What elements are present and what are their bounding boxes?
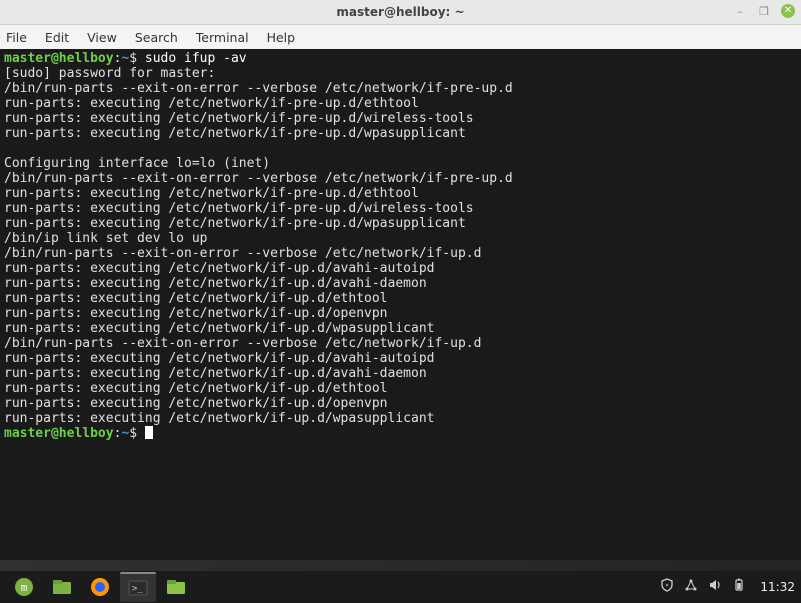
network-icon[interactable] [684, 578, 698, 596]
panel-clock[interactable]: 11:32 [760, 580, 795, 594]
menu-search[interactable]: Search [135, 30, 178, 45]
battery-icon[interactable] [732, 578, 746, 596]
menu-file[interactable]: File [6, 30, 27, 45]
terminal-body[interactable]: master@hellboy:~$ sudo ifup -av [sudo] p… [0, 49, 801, 560]
show-desktop-button[interactable] [44, 574, 80, 600]
files-icon [52, 579, 72, 595]
file-manager-launcher[interactable] [158, 574, 194, 600]
terminal-window: master@hellboy: ~ – ❐ ✕ File Edit View S… [0, 0, 801, 560]
file-manager-icon [166, 579, 186, 595]
window-controls: – ❐ ✕ [733, 4, 795, 18]
svg-text:>_: >_ [132, 584, 143, 594]
window-title: master@hellboy: ~ [336, 5, 464, 19]
menu-view[interactable]: View [87, 30, 117, 45]
taskbar: m >_ 11:32 [0, 571, 801, 603]
menu-edit[interactable]: Edit [45, 30, 69, 45]
svg-text:m: m [21, 581, 28, 594]
firefox-launcher[interactable] [82, 574, 118, 600]
volume-icon[interactable] [708, 578, 722, 596]
close-button[interactable]: ✕ [781, 4, 795, 18]
terminal-task[interactable]: >_ [120, 572, 156, 602]
minimize-button[interactable]: – [733, 4, 747, 18]
start-menu-button[interactable]: m [6, 574, 42, 600]
terminal-icon: >_ [128, 580, 148, 596]
menu-terminal[interactable]: Terminal [196, 30, 249, 45]
menubar: File Edit View Search Terminal Help [0, 25, 801, 49]
update-shield-icon[interactable] [660, 578, 674, 596]
maximize-button[interactable]: ❐ [757, 4, 771, 18]
mint-menu-icon: m [14, 577, 34, 597]
menu-help[interactable]: Help [267, 30, 296, 45]
window-titlebar[interactable]: master@hellboy: ~ – ❐ ✕ [0, 0, 801, 25]
terminal-cursor [145, 426, 153, 439]
firefox-icon [90, 577, 110, 597]
